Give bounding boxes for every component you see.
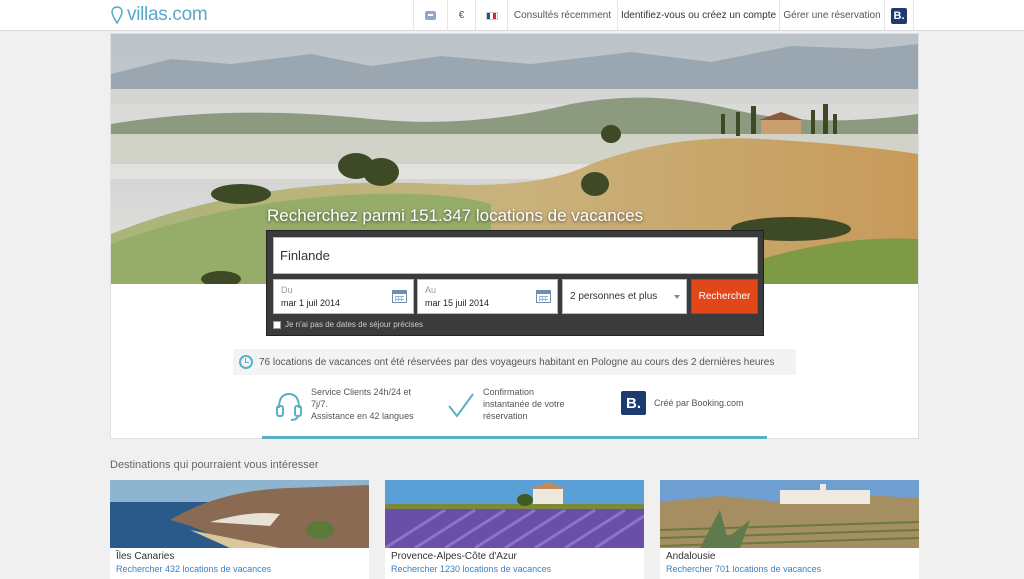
recently-viewed-link[interactable]: Consultés récemment (507, 0, 617, 31)
booking-logo-icon: B. (621, 391, 646, 415)
headset-icon (276, 392, 302, 421)
destination-name: Provence-Alpes-Côte d'Azur (391, 551, 517, 562)
feature-text: Service Clients 24h/24 et 7j/7. Assistan… (311, 387, 414, 421)
recent-bookings-text: 76 locations de vacances ont été réservé… (259, 356, 775, 368)
currency-button[interactable]: € (447, 0, 475, 31)
top-navigation-bar: villas.com € Consultés récemment Identif… (0, 0, 1024, 31)
recent-bookings-banner: 76 locations de vacances ont été réservé… (233, 349, 796, 375)
checkin-label: Du (281, 285, 293, 295)
checkout-value: mar 15 juil 2014 (425, 298, 490, 308)
chevron-down-icon (674, 295, 680, 299)
calendar-icon[interactable] (392, 290, 407, 303)
sign-in-link[interactable]: Identifiez-vous ou créez un compte (617, 0, 779, 31)
feature-customer-service: Service Clients 24h/24 et 7j/7. Assistan… (275, 386, 414, 422)
destination-search-link[interactable]: Rechercher 432 locations de vacances (116, 564, 271, 574)
feature-booking-com: B. Créé par Booking.com (621, 386, 744, 415)
guests-value: 2 personnes et plus (570, 291, 658, 302)
currency-symbol: € (458, 10, 465, 21)
destination-input[interactable]: Finlande (273, 237, 758, 274)
feature-text: Créé par Booking.com (654, 398, 744, 408)
language-message-button[interactable] (413, 0, 447, 31)
destination-card-canaries[interactable]: Îles Canaries Rechercher 432 locations d… (110, 480, 369, 579)
feature-carousel-indicator (262, 436, 767, 439)
destination-name: Andalousie (666, 551, 716, 562)
checkin-date-field[interactable]: Du mar 1 juil 2014 (273, 279, 414, 314)
no-dates-option[interactable]: Je n'ai pas de dates de séjour précises (273, 320, 423, 329)
message-icon (425, 11, 436, 20)
main-search-card: Recherchez parmi 151.347 locations de va… (110, 33, 919, 439)
destination-search-link[interactable]: Rechercher 1230 locations de vacances (391, 564, 551, 574)
checkout-date-field[interactable]: Au mar 15 juil 2014 (417, 279, 558, 314)
features-row: Service Clients 24h/24 et 7j/7. Assistan… (261, 386, 781, 434)
french-flag-icon (485, 11, 498, 20)
feature-instant-confirmation: Confirmation instantanée de votre réserv… (447, 386, 565, 422)
search-button[interactable]: Rechercher (691, 279, 758, 314)
search-form: Finlande Du mar 1 juil 2014 Au mar 15 ju… (266, 230, 764, 336)
checkin-value: mar 1 juil 2014 (281, 298, 341, 308)
checkmark-icon (448, 393, 474, 418)
destinations-heading: Destinations qui pourraient vous intéres… (110, 459, 319, 471)
header-nav: € Consultés récemment Identifiez-vous ou… (413, 0, 914, 31)
feature-text: Confirmation instantanée de votre réserv… (483, 387, 565, 421)
lavender-field-image (385, 480, 644, 548)
manage-booking-link[interactable]: Gérer une réservation (779, 0, 884, 31)
language-button[interactable] (475, 0, 507, 31)
destination-card-provence[interactable]: Provence-Alpes-Côte d'Azur Rechercher 12… (385, 480, 644, 579)
checkout-label: Au (425, 285, 437, 295)
guests-select[interactable]: 2 personnes et plus (562, 279, 687, 314)
no-dates-label: Je n'ai pas de dates de séjour précises (285, 320, 424, 329)
map-pin-icon (111, 6, 123, 24)
clock-icon (239, 355, 253, 369)
destination-card-andalusia[interactable]: Andalousie Rechercher 701 locations de v… (660, 480, 919, 579)
booking-logo-icon: B. (891, 7, 907, 24)
villas-logo[interactable]: villas.com (111, 4, 208, 26)
no-dates-checkbox[interactable] (273, 320, 281, 329)
canary-islands-image (110, 480, 369, 548)
calendar-icon[interactable] (536, 290, 551, 303)
destination-name: Îles Canaries (116, 551, 175, 562)
booking-com-button[interactable]: B. (884, 0, 914, 31)
andalusia-village-image (660, 480, 919, 548)
hero-title: Recherchez parmi 151.347 locations de va… (267, 206, 644, 225)
destination-search-link[interactable]: Rechercher 701 locations de vacances (666, 564, 821, 574)
logo-text: villas.com (127, 4, 208, 25)
